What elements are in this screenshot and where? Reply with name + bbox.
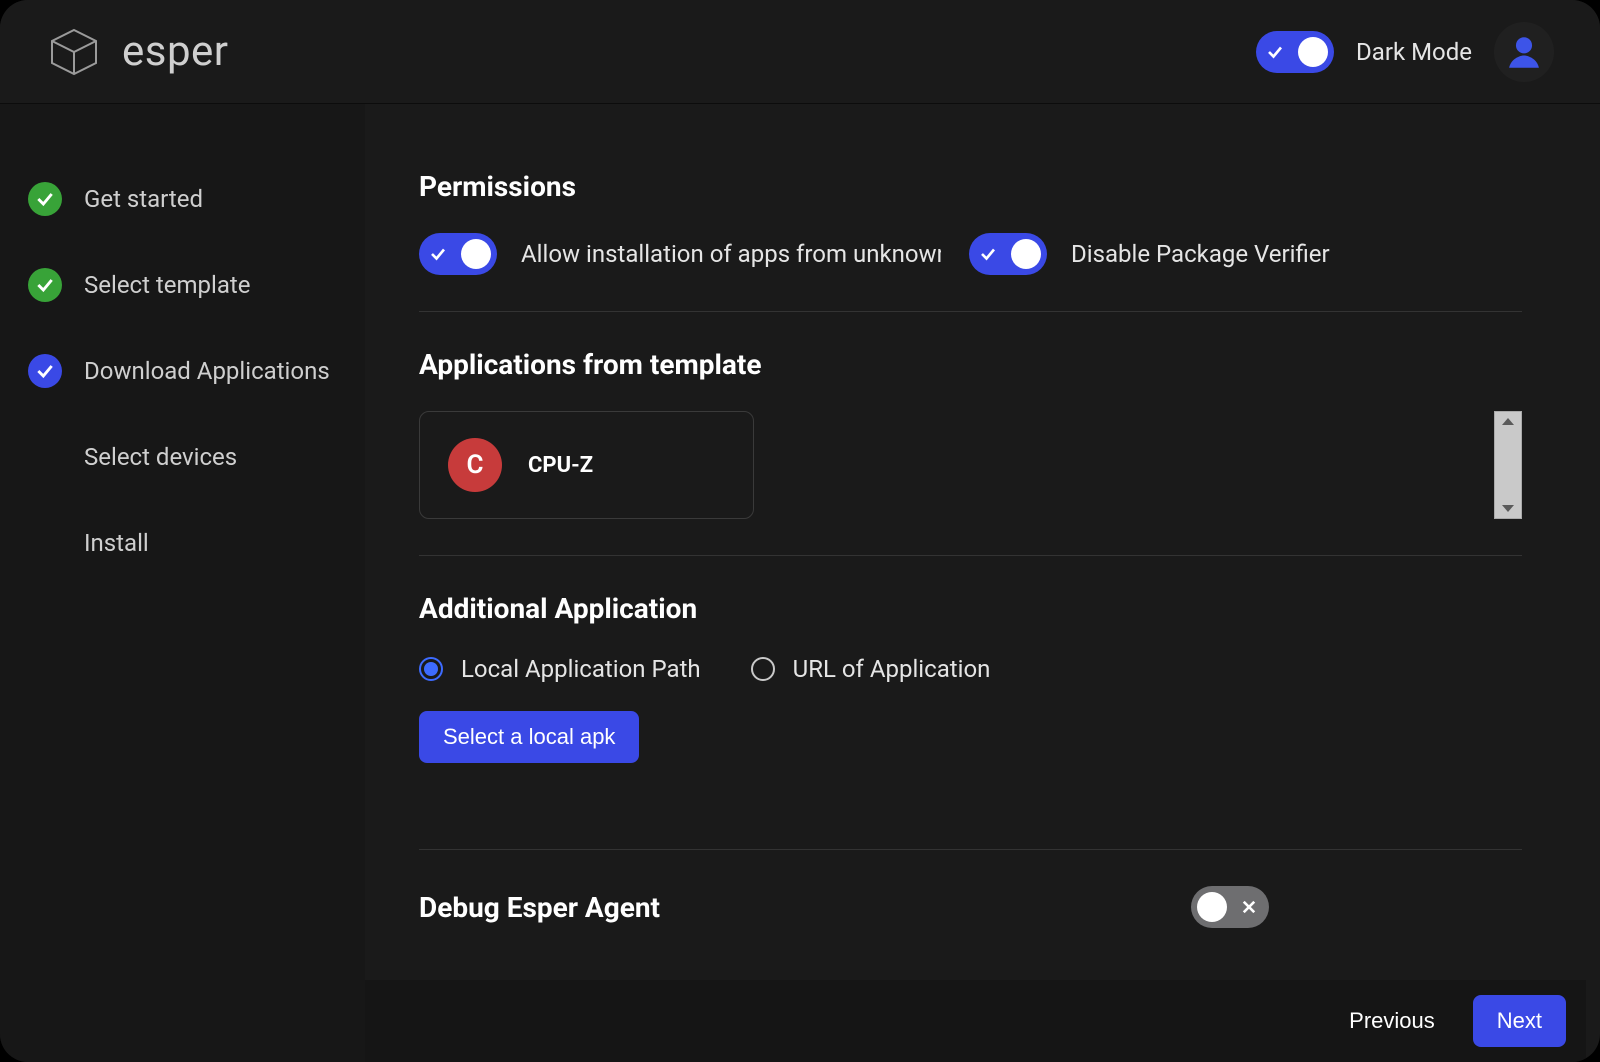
step-label: Download Applications — [84, 355, 330, 387]
previous-button[interactable]: Previous — [1325, 995, 1459, 1047]
step-label: Get started — [84, 183, 203, 215]
avatar[interactable] — [1494, 22, 1554, 82]
check-icon — [979, 245, 997, 263]
dark-mode-label: Dark Mode — [1356, 38, 1472, 66]
check-icon — [1266, 43, 1284, 61]
scroll-down-icon — [1502, 505, 1514, 512]
divider — [419, 849, 1522, 850]
check-icon — [35, 275, 55, 295]
app-icon: C — [448, 438, 502, 492]
divider — [419, 555, 1522, 556]
sidebar: Get started Select template Download App… — [0, 104, 365, 1062]
step-indicator-current — [28, 354, 62, 388]
radio-label: URL of Application — [793, 655, 991, 683]
step-indicator — [28, 440, 62, 474]
additional-app-heading: Additional Application — [419, 592, 1522, 625]
apps-from-template-heading: Applications from template — [419, 348, 1522, 381]
permission-allow-unknown: Allow installation of apps from unknown … — [419, 233, 941, 275]
radio-local-path[interactable]: Local Application Path — [419, 655, 701, 683]
sidebar-step-install[interactable]: Install — [0, 512, 365, 574]
debug-row: Debug Esper Agent — [419, 886, 1269, 928]
sidebar-step-select-template[interactable]: Select template — [0, 254, 365, 316]
debug-heading: Debug Esper Agent — [419, 891, 660, 924]
permissions-row: Allow installation of apps from unknown … — [419, 233, 1522, 275]
scroll-up-icon — [1502, 418, 1514, 425]
apps-list: C CPU-Z — [419, 411, 1522, 519]
step-label: Install — [84, 527, 149, 559]
select-local-apk-button[interactable]: Select a local apk — [419, 711, 639, 763]
dark-mode-toggle[interactable] — [1256, 31, 1334, 73]
check-icon — [429, 245, 447, 263]
radio-url[interactable]: URL of Application — [751, 655, 991, 683]
debug-toggle[interactable] — [1191, 886, 1269, 928]
sidebar-step-download-applications[interactable]: Download Applications — [0, 340, 365, 402]
step-indicator — [28, 526, 62, 560]
step-indicator-done — [28, 268, 62, 302]
step-label: Select template — [84, 269, 250, 301]
cube-icon — [46, 24, 102, 80]
divider — [419, 311, 1522, 312]
scrollbar[interactable] — [1494, 411, 1522, 519]
check-icon — [35, 189, 55, 209]
step-indicator-done — [28, 182, 62, 216]
sidebar-step-get-started[interactable]: Get started — [0, 168, 365, 230]
next-button[interactable]: Next — [1473, 995, 1566, 1047]
header-right: Dark Mode — [1256, 22, 1554, 82]
sidebar-step-select-devices[interactable]: Select devices — [0, 426, 365, 488]
check-icon — [35, 361, 55, 381]
radio-indicator — [751, 657, 775, 681]
user-icon — [1503, 31, 1545, 73]
permissions-heading: Permissions — [419, 170, 1522, 203]
permission-disable-verifier: Disable Package Verifier — [969, 233, 1330, 275]
disable-verifier-toggle[interactable] — [969, 233, 1047, 275]
allow-unknown-toggle[interactable] — [419, 233, 497, 275]
header: esper Dark Mode — [0, 0, 1600, 104]
app-window: esper Dark Mode Get started — [0, 0, 1600, 1062]
app-name: CPU-Z — [528, 453, 593, 478]
main-content: Permissions Allow installation of apps f… — [365, 104, 1586, 980]
x-icon — [1240, 898, 1258, 916]
radio-group-source: Local Application Path URL of Applicatio… — [419, 655, 1522, 683]
permission-label: Allow installation of apps from unknown … — [521, 240, 941, 268]
radio-indicator — [419, 657, 443, 681]
app-card[interactable]: C CPU-Z — [419, 411, 754, 519]
footer: Previous Next — [365, 980, 1586, 1062]
brand-name: esper — [122, 27, 229, 76]
permission-label: Disable Package Verifier — [1071, 240, 1330, 268]
brand-logo: esper — [46, 24, 229, 80]
step-label: Select devices — [84, 441, 237, 473]
radio-label: Local Application Path — [461, 655, 701, 683]
